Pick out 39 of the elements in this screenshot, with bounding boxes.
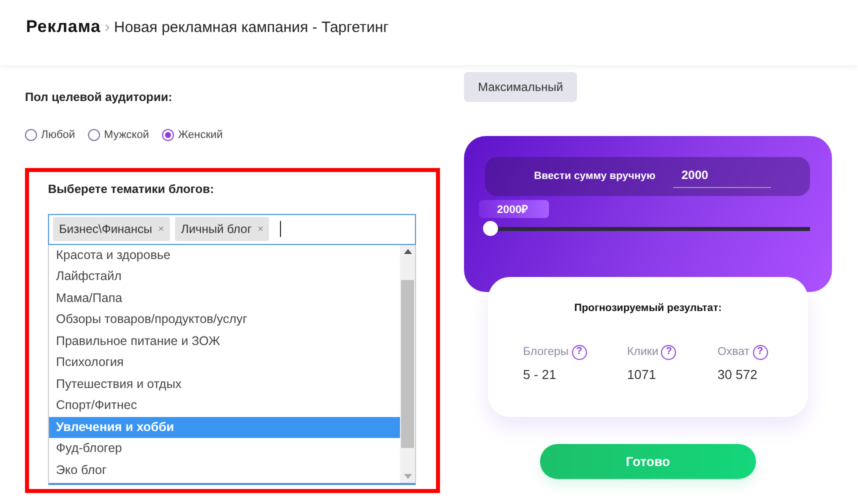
dropdown-option[interactable]: Эко блог — [49, 460, 400, 481]
help-icon[interactable]: ? — [661, 344, 676, 360]
stat-label: Блогеры — [523, 344, 569, 360]
text-cursor — [280, 221, 282, 237]
manual-amount-label: Ввести сумму вручную — [534, 168, 656, 184]
dropdown-option[interactable]: Психология — [49, 352, 400, 374]
dropdown-option[interactable]: Путешествия и отдых — [49, 374, 400, 395]
forecast-title: Прогнозируемый результат: — [573, 301, 723, 316]
page-title: Новая рекламная кампания - Таргетинг — [114, 18, 389, 38]
dropdown-option[interactable]: Мама/Папа — [49, 288, 400, 309]
dropdown-option[interactable]: Лайфстайл — [49, 266, 400, 288]
tag-label: Бизнес\Финансы — [59, 221, 152, 238]
stat-label: Охват — [718, 344, 750, 360]
help-icon[interactable]: ? — [752, 344, 768, 360]
radio-option[interactable]: Женский — [162, 127, 223, 144]
stat-value: 30 572 — [718, 366, 758, 384]
scroll-thumb[interactable] — [401, 280, 414, 448]
dropdown-option[interactable]: Красота и здоровье — [49, 244, 400, 266]
dropdown-option[interactable]: Спорт/Фитнес — [49, 395, 400, 416]
radio-option[interactable]: Мужской — [88, 127, 149, 144]
amount-input[interactable]: 2000 — [673, 166, 772, 188]
stat-label: Клики — [627, 344, 658, 360]
dropdown-option[interactable]: Обзоры товаров/продуктов/услуг — [49, 309, 400, 330]
dropdown-option[interactable]: Фуд-блогер — [49, 438, 400, 460]
section-label: Пол целевой аудитории: — [25, 89, 174, 106]
breadcrumb-separator: › — [104, 18, 110, 38]
section-label: Выберете тематики блогов: — [48, 180, 215, 198]
scroll-up-icon[interactable] — [404, 248, 412, 254]
tag-label: Личный блог — [180, 221, 252, 238]
stat-value: 5 - 21 — [523, 366, 558, 384]
breadcrumb-link[interactable]: Реклама — [26, 14, 101, 40]
radio-option[interactable]: Любой — [25, 127, 76, 144]
slider-value-badge: 2000₽ — [479, 200, 549, 218]
help-icon[interactable]: ? — [572, 344, 587, 360]
stat-value: 1071 — [627, 366, 657, 384]
slider-thumb[interactable] — [483, 221, 498, 236]
preset-button[interactable]: Максимальный — [464, 72, 578, 102]
dropdown-option[interactable]: Правильное питание и ЗОЖ — [49, 330, 400, 352]
scrollbar[interactable] — [400, 244, 415, 482]
